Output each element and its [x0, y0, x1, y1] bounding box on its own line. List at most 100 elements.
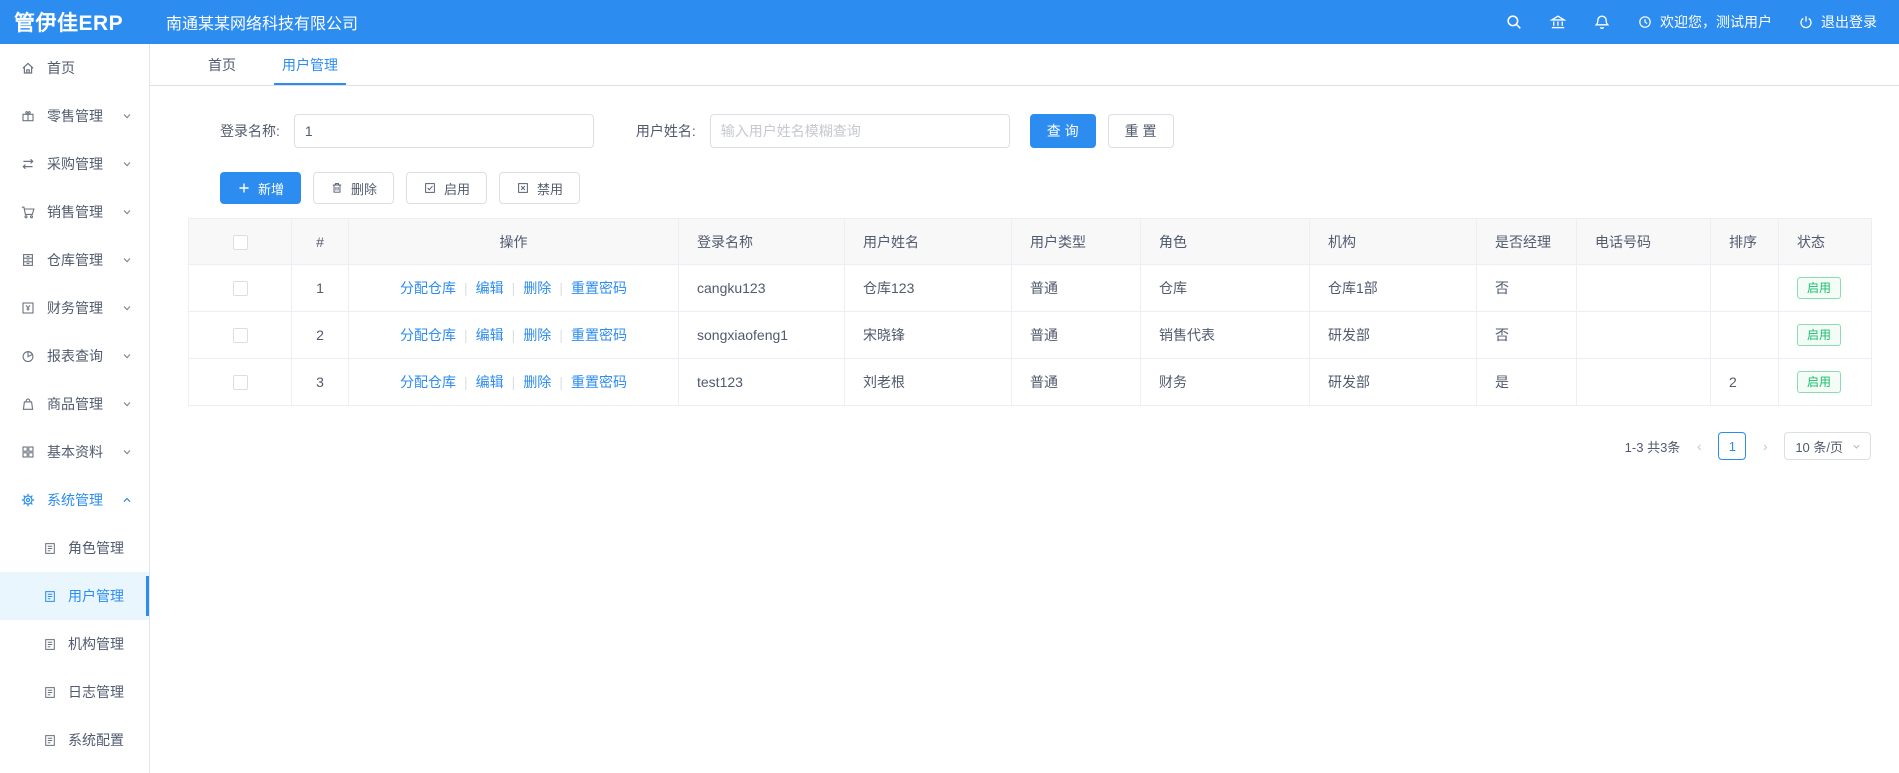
home-icon [20, 60, 36, 76]
sidebar-item-log-management[interactable]: 日志管理 [0, 668, 149, 716]
col-operations: 操作 [348, 218, 679, 265]
main-area: 首页 用户管理 登录名称: 用户姓名: 查 询 重 置 [150, 44, 1899, 773]
link-separator: | [559, 374, 563, 390]
cell-role: 仓库 [1140, 264, 1310, 312]
sidebar-item-finance[interactable]: 财务管理 [0, 284, 149, 332]
bag-icon [20, 396, 36, 412]
sidebar-item-org-management[interactable]: 机构管理 [0, 620, 149, 668]
page-size-select[interactable]: 10 条/页 [1784, 432, 1871, 460]
cell-user-name: 刘老根 [844, 358, 1012, 406]
chevron-down-icon [121, 446, 133, 458]
cell-status: 启用 [1778, 358, 1872, 406]
current-page-button[interactable]: 1 [1718, 432, 1747, 460]
sidebar-item-system[interactable]: 系统管理 [0, 476, 149, 524]
bell-icon[interactable] [1593, 13, 1611, 31]
delete-link[interactable]: 删除 [523, 280, 551, 296]
document-icon [42, 541, 58, 556]
sidebar-item-purchase[interactable]: 采购管理 [0, 140, 149, 188]
row-index: 3 [291, 358, 349, 406]
sidebar-item-role-management[interactable]: 角色管理 [0, 524, 149, 572]
sidebar-item-reports[interactable]: 报表查询 [0, 332, 149, 380]
enable-button[interactable]: 启用 [406, 172, 488, 204]
link-separator: | [511, 280, 516, 296]
row-index: 1 [291, 264, 349, 312]
sidebar-item-products[interactable]: 商品管理 [0, 380, 149, 428]
cell-org: 研发部 [1309, 311, 1477, 359]
sidebar-item-label: 零售管理 [47, 108, 103, 124]
check-square-icon [423, 181, 437, 195]
cart-icon [20, 204, 36, 220]
cell-status: 启用 [1778, 264, 1872, 312]
delete-link[interactable]: 删除 [523, 374, 551, 390]
link-separator: | [511, 374, 516, 390]
plus-icon [237, 181, 251, 195]
row-checkbox[interactable] [232, 375, 248, 391]
cell-phone [1576, 264, 1711, 312]
prev-page-button[interactable]: ‹ [1690, 438, 1708, 454]
assign-warehouse-link[interactable]: 分配仓库 [400, 327, 456, 343]
tab-home[interactable]: 首页 [192, 44, 252, 85]
cell-is-manager: 否 [1476, 311, 1577, 359]
sidebar-item-label: 首页 [47, 60, 75, 76]
bank-icon[interactable] [1549, 13, 1567, 31]
user-name-label: 用户姓名: [635, 123, 696, 139]
reset-password-link[interactable]: 重置密码 [571, 374, 627, 390]
document-icon [42, 637, 58, 652]
disable-button[interactable]: 禁用 [499, 172, 581, 204]
reset-password-link[interactable]: 重置密码 [571, 327, 627, 343]
add-button[interactable]: 新增 [220, 172, 302, 204]
next-page-button[interactable]: › [1756, 438, 1774, 454]
cell-user-type: 普通 [1011, 264, 1141, 312]
link-separator: | [464, 327, 468, 343]
assign-warehouse-link[interactable]: 分配仓库 [400, 280, 456, 296]
select-all-checkbox[interactable] [232, 234, 248, 250]
edit-link[interactable]: 编辑 [476, 280, 504, 296]
sidebar-item-label: 报表查询 [47, 348, 103, 364]
sidebar-item-home[interactable]: 首页 [0, 44, 149, 92]
sidebar-item-label: 财务管理 [47, 300, 103, 316]
sidebar-item-user-management[interactable]: 用户管理 [0, 572, 149, 620]
login-name-input[interactable] [293, 114, 594, 148]
action-toolbar: 新增 删除 启用 禁用 [188, 172, 1871, 204]
sidebar-item-basic-data[interactable]: 基本资料 [0, 428, 149, 476]
login-name-label: 登录名称: [220, 123, 280, 139]
row-checkbox[interactable] [232, 328, 248, 344]
row-operations: 分配仓库 | 编辑 | 删除 | 重置密码 [348, 311, 679, 359]
col-org: 机构 [1309, 218, 1477, 265]
swap-icon [20, 156, 36, 172]
edit-link[interactable]: 编辑 [476, 327, 504, 343]
col-index: # [291, 218, 349, 265]
cell-user-type: 普通 [1011, 358, 1141, 406]
search-button[interactable]: 查 询 [1029, 114, 1096, 148]
col-role: 角色 [1140, 218, 1310, 265]
search-icon[interactable] [1505, 13, 1523, 31]
delete-button[interactable]: 删除 [313, 172, 395, 204]
finance-icon [20, 300, 36, 316]
edit-link[interactable]: 编辑 [476, 374, 504, 390]
col-login-name: 登录名称 [678, 218, 845, 265]
sidebar-item-retail[interactable]: 零售管理 [0, 92, 149, 140]
power-icon [1798, 14, 1814, 30]
tab-user-management[interactable]: 用户管理 [266, 44, 354, 85]
user-name-input[interactable] [709, 114, 1010, 148]
link-separator: | [464, 280, 468, 296]
sidebar-item-label: 角色管理 [68, 540, 124, 556]
sidebar-item-sales[interactable]: 销售管理 [0, 188, 149, 236]
reset-button[interactable]: 重 置 [1107, 114, 1174, 148]
pagination-total: 1-3 共3条 [1624, 439, 1681, 455]
sidebar-item-system-config[interactable]: 系统配置 [0, 716, 149, 764]
logout-button[interactable]: 退出登录 [1798, 12, 1877, 32]
col-user-type: 用户类型 [1011, 218, 1141, 265]
document-icon [42, 733, 58, 748]
chevron-down-icon [121, 158, 133, 170]
welcome-user[interactable]: 欢迎您，测试用户 [1637, 12, 1772, 32]
delete-link[interactable]: 删除 [523, 327, 551, 343]
row-checkbox[interactable] [232, 281, 248, 297]
cell-role: 销售代表 [1140, 311, 1310, 359]
sidebar-item-label: 日志管理 [68, 684, 124, 700]
sidebar-item-label: 仓库管理 [47, 252, 103, 268]
sidebar-item-warehouse[interactable]: 仓库管理 [0, 236, 149, 284]
logout-text: 退出登录 [1821, 14, 1877, 30]
assign-warehouse-link[interactable]: 分配仓库 [400, 374, 456, 390]
reset-password-link[interactable]: 重置密码 [571, 280, 627, 296]
